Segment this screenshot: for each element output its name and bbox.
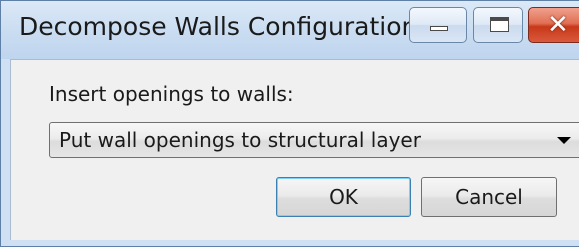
- close-button[interactable]: ✕: [528, 7, 579, 43]
- minimize-icon: [430, 26, 448, 31]
- maximize-button[interactable]: [473, 7, 523, 43]
- ok-button[interactable]: OK: [276, 177, 411, 217]
- chevron-down-icon: [557, 137, 571, 144]
- minimize-button[interactable]: [409, 7, 467, 43]
- openings-label: Insert openings to walls:: [49, 82, 294, 106]
- dialog-window: Decompose Walls Configuration ✕ Insert o…: [0, 0, 579, 247]
- cancel-button[interactable]: Cancel: [421, 177, 557, 217]
- maximize-icon: [490, 17, 509, 32]
- window-title: Decompose Walls Configuration: [19, 12, 418, 41]
- openings-dropdown[interactable]: Put wall openings to structural layer: [49, 122, 579, 158]
- title-bar[interactable]: Decompose Walls Configuration ✕: [1, 1, 579, 59]
- close-icon: ✕: [547, 10, 569, 40]
- dialog-content: Insert openings to walls: Put wall openi…: [10, 59, 579, 240]
- openings-dropdown-value: Put wall openings to structural layer: [59, 128, 421, 152]
